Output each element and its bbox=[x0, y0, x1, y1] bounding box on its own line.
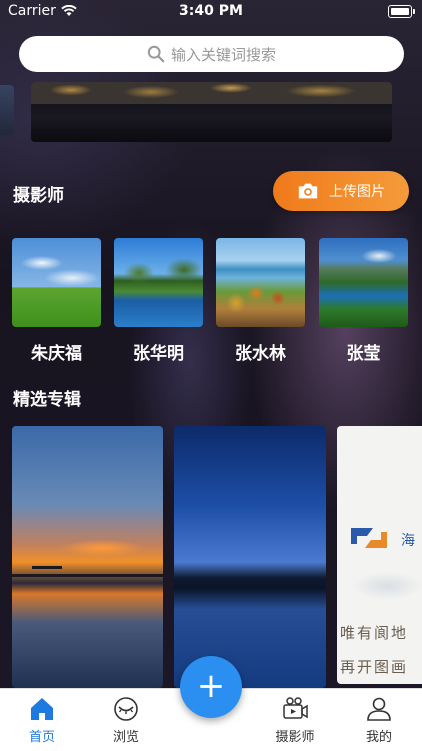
tab-label: 我的 bbox=[365, 730, 392, 745]
photographer-card[interactable]: 张华明 bbox=[114, 238, 203, 364]
album-card[interactable] bbox=[12, 426, 163, 688]
album-card[interactable] bbox=[174, 426, 326, 688]
photographer-name: 朱庆福 bbox=[31, 344, 82, 364]
status-time: 3:40 PM bbox=[179, 3, 243, 19]
photographer-card[interactable]: 张莹 bbox=[319, 238, 408, 364]
battery-icon bbox=[388, 5, 415, 18]
tab-photographers[interactable]: 摄影师 bbox=[253, 693, 337, 745]
banner-image bbox=[31, 82, 392, 104]
section-title-photographers: 摄影师 bbox=[13, 186, 64, 206]
photographer-photo bbox=[114, 238, 203, 327]
album-image-detail bbox=[12, 574, 163, 577]
photographer-photo bbox=[12, 238, 101, 327]
photographer-photo bbox=[216, 238, 305, 327]
tab-browse[interactable]: 浏览 bbox=[84, 693, 168, 745]
tab-mine[interactable]: 我的 bbox=[337, 693, 421, 745]
tab-label: 浏览 bbox=[112, 730, 139, 745]
album-poem-line: 再开图画 bbox=[340, 658, 409, 676]
tab-home[interactable]: 首页 bbox=[0, 693, 84, 745]
upload-photo-label: 上传图片 bbox=[329, 184, 385, 200]
tab-label: 摄影师 bbox=[275, 730, 315, 745]
plus-icon: + bbox=[196, 665, 226, 706]
search-placeholder: 输入关键词搜索 bbox=[170, 45, 276, 64]
camera-icon bbox=[298, 183, 318, 199]
home-icon bbox=[31, 698, 53, 720]
photographer-card[interactable]: 朱庆福 bbox=[12, 238, 101, 364]
eye-closed-icon bbox=[114, 697, 138, 721]
section-title-albums: 精选专辑 bbox=[13, 390, 81, 410]
photographer-name: 张莹 bbox=[346, 344, 381, 364]
album-poem-line: 唯有阆地 bbox=[340, 624, 409, 642]
photographer-card[interactable]: 张水林 bbox=[216, 238, 305, 364]
album-image-detail bbox=[337, 556, 422, 616]
add-button[interactable]: + bbox=[180, 656, 242, 718]
album-image-detail bbox=[32, 566, 62, 579]
search-icon bbox=[147, 45, 165, 63]
photographer-photo bbox=[319, 238, 408, 327]
video-camera-icon bbox=[283, 697, 308, 719]
album-brand-text: 海 bbox=[401, 533, 415, 549]
status-bar: Carrier 3:40 PM bbox=[0, 0, 422, 24]
album-logo-icon bbox=[351, 528, 387, 548]
banner-prev-slide[interactable] bbox=[0, 85, 14, 135]
photographer-name: 张华明 bbox=[133, 344, 184, 364]
album-card[interactable]: 海 唯有阆地 再开图画 bbox=[337, 426, 422, 684]
user-icon bbox=[367, 697, 391, 721]
album-poem: 唯有阆地 再开图画 bbox=[340, 616, 408, 684]
tab-label: 首页 bbox=[28, 730, 55, 745]
photographer-name: 张水林 bbox=[235, 344, 286, 364]
upload-photo-button[interactable]: 上传图片 bbox=[273, 171, 409, 211]
banner-slide[interactable] bbox=[31, 82, 392, 142]
search-bar[interactable]: 输入关键词搜索 bbox=[19, 36, 404, 72]
